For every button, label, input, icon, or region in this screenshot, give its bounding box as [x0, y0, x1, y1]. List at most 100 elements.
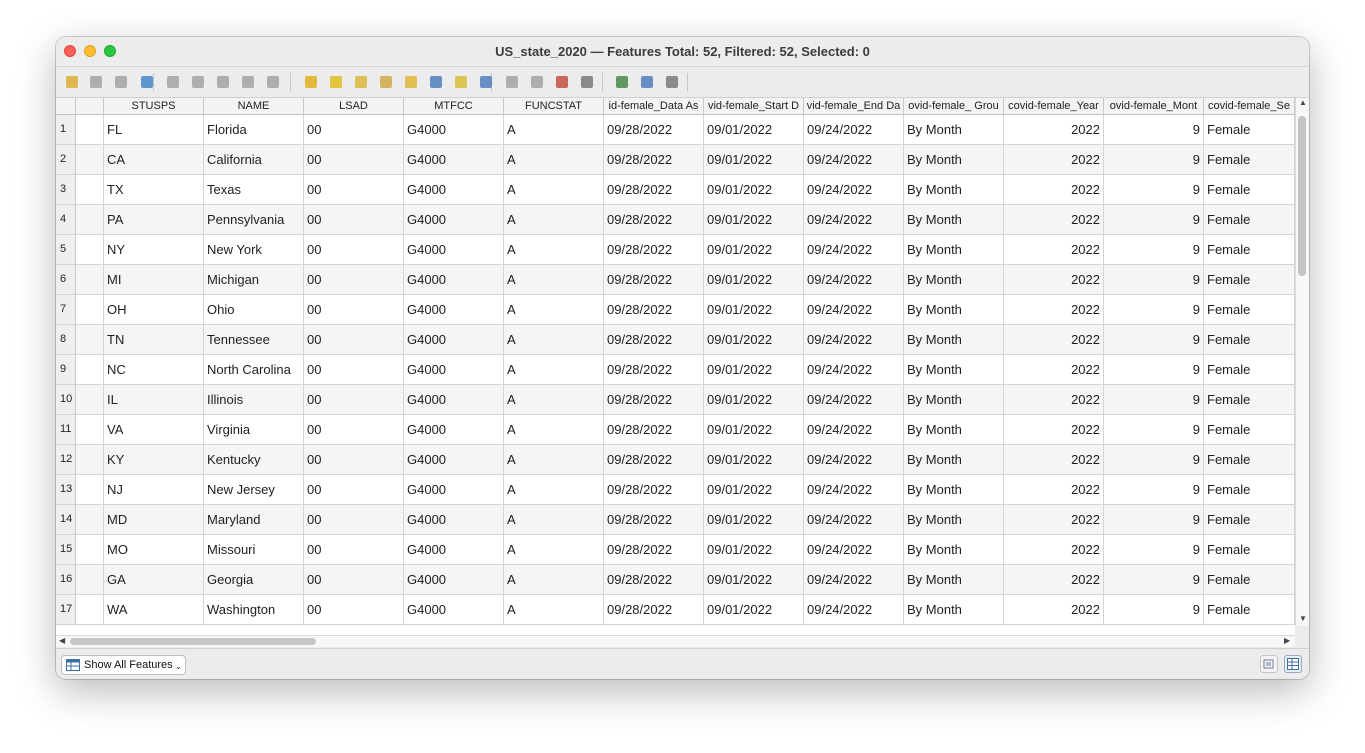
table-cell[interactable]: 9	[1104, 355, 1204, 385]
table-cell[interactable]: 9	[1104, 595, 1204, 625]
table-cell[interactable]: Florida	[204, 115, 304, 145]
table-cell[interactable]: 00	[304, 595, 404, 625]
scroll-down-icon[interactable]: ▼	[1299, 614, 1307, 623]
table-cell[interactable]: 09/24/2022	[804, 145, 904, 175]
table-cell[interactable]: G4000	[404, 205, 504, 235]
table-cell[interactable]: 2022	[1004, 445, 1104, 475]
table-cell[interactable]: A	[504, 415, 604, 445]
table-cell[interactable]: 09/24/2022	[804, 445, 904, 475]
table-cell[interactable]: A	[504, 505, 604, 535]
scroll-up-icon[interactable]: ▲	[1299, 98, 1307, 107]
table-cell[interactable]: NY	[104, 235, 204, 265]
table-cell[interactable]: 09/28/2022	[604, 205, 704, 235]
table-cell[interactable]: 09/01/2022	[704, 385, 804, 415]
table-cell[interactable]: 09/24/2022	[804, 385, 904, 415]
table-cell[interactable]: By Month	[904, 445, 1004, 475]
table-cell[interactable]: 09/01/2022	[704, 175, 804, 205]
row-number[interactable]: 2	[56, 145, 76, 175]
table-cell[interactable]: TX	[104, 175, 204, 205]
table-cell[interactable]: IL	[104, 385, 204, 415]
delete-field-button[interactable]	[527, 72, 547, 92]
table-cell[interactable]: 2022	[1004, 235, 1104, 265]
table-cell[interactable]: Female	[1204, 385, 1295, 415]
table-cell[interactable]: PA	[104, 205, 204, 235]
table-cell[interactable]: G4000	[404, 415, 504, 445]
table-cell[interactable]: A	[504, 265, 604, 295]
table-cell[interactable]: New York	[204, 235, 304, 265]
table-cell[interactable]: 09/01/2022	[704, 235, 804, 265]
table-cell[interactable]: G4000	[404, 505, 504, 535]
table-cell[interactable]: 09/01/2022	[704, 145, 804, 175]
table-row[interactable]: 11 VA Virginia 00 G4000 A 09/28/2022 09/01/2022…	[56, 415, 1295, 445]
cut-button[interactable]	[213, 72, 233, 92]
table-cell[interactable]: A	[504, 325, 604, 355]
table-cell[interactable]: G4000	[404, 385, 504, 415]
table-row[interactable]: 5 NY New York 00 G4000 A 09/28/2022 09/01/2022 0…	[56, 235, 1295, 265]
table-cell[interactable]: 2022	[1004, 355, 1104, 385]
row-number[interactable]: 14	[56, 505, 76, 535]
table-cell[interactable]: 09/28/2022	[604, 535, 704, 565]
table-cell[interactable]: 09/28/2022	[604, 445, 704, 475]
table-cell[interactable]: Female	[1204, 535, 1295, 565]
table-cell[interactable]: 2022	[1004, 565, 1104, 595]
scroll-right-icon[interactable]: ▶	[1284, 636, 1290, 645]
column-header[interactable]: LSAD	[304, 98, 404, 115]
table-cell[interactable]: Michigan	[204, 265, 304, 295]
table-cell[interactable]: NC	[104, 355, 204, 385]
table-row[interactable]: 4 PA Pennsylvania 00 G4000 A 09/28/2022 09/01/2…	[56, 205, 1295, 235]
table-cell[interactable]: Illinois	[204, 385, 304, 415]
table-cell[interactable]: A	[504, 535, 604, 565]
save-edits-button[interactable]	[111, 72, 131, 92]
table-cell[interactable]: 09/01/2022	[704, 205, 804, 235]
row-number[interactable]: 1	[56, 115, 76, 145]
table-cell[interactable]: 09/01/2022	[704, 505, 804, 535]
table-cell[interactable]: 09/24/2022	[804, 505, 904, 535]
table-cell[interactable]: 09/28/2022	[604, 175, 704, 205]
table-cell[interactable]: A	[504, 175, 604, 205]
table-cell[interactable]: FL	[104, 115, 204, 145]
table-cell[interactable]: By Month	[904, 415, 1004, 445]
table-cell[interactable]: By Month	[904, 115, 1004, 145]
row-number[interactable]: 7	[56, 295, 76, 325]
table-cell[interactable]	[76, 445, 104, 475]
copy-button[interactable]	[238, 72, 258, 92]
table-cell[interactable]: 9	[1104, 415, 1204, 445]
column-header[interactable]: covid-female_Year	[1004, 98, 1104, 115]
table-cell[interactable]: By Month	[904, 265, 1004, 295]
table-cell[interactable]: 00	[304, 235, 404, 265]
form-view-button[interactable]	[1260, 655, 1278, 673]
row-number[interactable]: 4	[56, 205, 76, 235]
table-cell[interactable]: By Month	[904, 535, 1004, 565]
row-number[interactable]: 8	[56, 325, 76, 355]
filter-selection-button[interactable]	[401, 72, 421, 92]
table-cell[interactable]: 00	[304, 385, 404, 415]
deselect-all-button[interactable]	[376, 72, 396, 92]
table-cell[interactable]: NJ	[104, 475, 204, 505]
table-cell[interactable]: By Month	[904, 505, 1004, 535]
table-cell[interactable]: G4000	[404, 295, 504, 325]
table-cell[interactable]: G4000	[404, 445, 504, 475]
row-number[interactable]: 13	[56, 475, 76, 505]
table-cell[interactable]: 09/28/2022	[604, 565, 704, 595]
table-row[interactable]: 8 TN Tennessee 00 G4000 A 09/28/2022 09/01/2022…	[56, 325, 1295, 355]
table-cell[interactable]: 09/28/2022	[604, 235, 704, 265]
table-cell[interactable]: G4000	[404, 565, 504, 595]
table-cell[interactable]	[76, 175, 104, 205]
table-cell[interactable]: 2022	[1004, 265, 1104, 295]
table-cell[interactable]: Female	[1204, 205, 1295, 235]
row-number[interactable]: 5	[56, 235, 76, 265]
dock-table-button[interactable]	[612, 72, 632, 92]
invert-selection-button[interactable]	[351, 72, 371, 92]
column-header[interactable]: FUNCSTAT	[504, 98, 604, 115]
table-cell[interactable]: Georgia	[204, 565, 304, 595]
table-cell[interactable]: Female	[1204, 475, 1295, 505]
row-number[interactable]: 6	[56, 265, 76, 295]
table-cell[interactable]: By Month	[904, 295, 1004, 325]
table-cell[interactable]: 9	[1104, 565, 1204, 595]
table-cell[interactable]: 9	[1104, 175, 1204, 205]
delete-selected-button[interactable]	[188, 72, 208, 92]
table-cell[interactable]: WA	[104, 595, 204, 625]
table-cell[interactable]: 09/24/2022	[804, 325, 904, 355]
table-cell[interactable]: 2022	[1004, 295, 1104, 325]
table-cell[interactable]: 09/28/2022	[604, 265, 704, 295]
